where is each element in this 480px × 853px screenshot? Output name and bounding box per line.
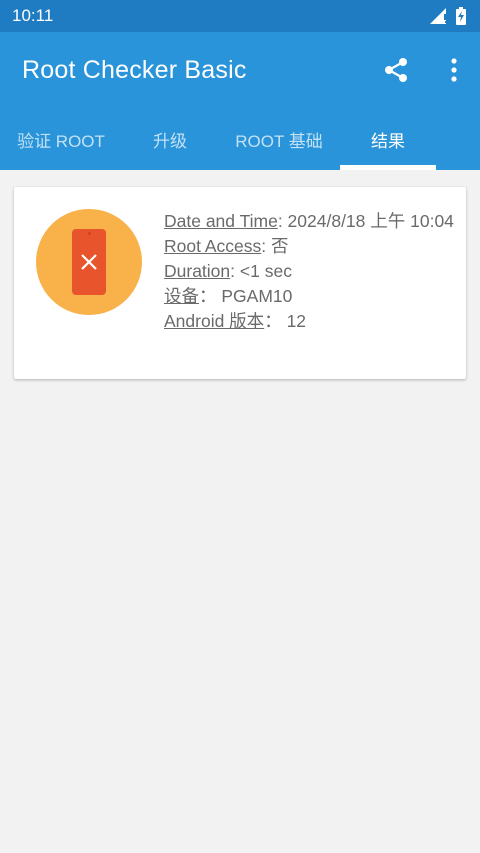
tab-verify-root[interactable]: 验证 ROOT: [0, 108, 122, 170]
android-version-value: 12: [286, 311, 307, 331]
root-access-label: Root Access: [164, 236, 262, 256]
tab-results[interactable]: 结果: [340, 108, 436, 170]
status-time: 10:11: [12, 6, 54, 25]
app-actions: [382, 32, 468, 108]
device-row: 设备： PGAM10: [164, 286, 293, 306]
status-bar: 10:11: [0, 0, 480, 32]
date-time-row: Date and Time: 2024/8/18 上午 10:04: [164, 211, 454, 231]
tab-label: 升级: [153, 131, 187, 151]
app-bar: Root Checker Basic: [0, 32, 480, 108]
android-version-row: Android 版本： 12: [164, 311, 307, 331]
duration-row: Duration: <1 sec: [164, 261, 292, 281]
more-vert-icon[interactable]: [440, 56, 468, 84]
battery-charging-icon: [456, 7, 466, 25]
tab-bar: 验证 ROOT 升级 ROOT 基础 结果: [0, 108, 480, 170]
result-info: Date and Time: 2024/8/18 上午 10:04 Root A…: [164, 209, 454, 334]
result-card: Date and Time: 2024/8/18 上午 10:04 Root A…: [14, 187, 466, 379]
share-icon[interactable]: [382, 56, 410, 84]
android-version-label: Android 版本: [164, 311, 265, 331]
date-time-value: 2024/8/18 上午 10:04: [287, 211, 454, 231]
tab-label: ROOT 基础: [235, 131, 323, 151]
date-time-label: Date and Time: [164, 211, 278, 231]
tab-label: 结果: [371, 131, 405, 151]
result-status-circle: [36, 209, 142, 315]
phone-fail-icon: [72, 229, 106, 295]
tab-upgrade[interactable]: 升级: [122, 108, 218, 170]
root-access-value: 否: [271, 236, 289, 256]
app-title: Root Checker Basic: [22, 55, 247, 84]
tab-indicator: [340, 165, 436, 170]
duration-value: <1 sec: [239, 261, 292, 281]
device-label: 设备: [164, 286, 199, 306]
device-value: PGAM10: [221, 286, 293, 306]
root-access-row: Root Access: 否: [164, 236, 289, 256]
signal-icon: [430, 8, 447, 24]
status-icons: [430, 7, 466, 25]
duration-label: Duration: [164, 261, 231, 281]
tab-root-basics[interactable]: ROOT 基础: [218, 108, 340, 170]
tab-label: 验证 ROOT: [17, 131, 105, 151]
